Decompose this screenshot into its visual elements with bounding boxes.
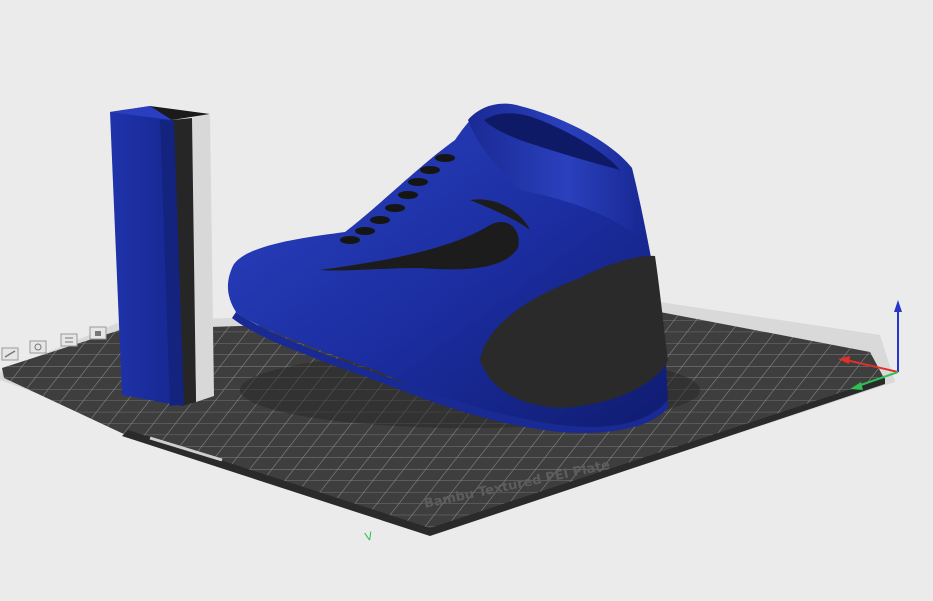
wipe-tower[interactable]: [110, 106, 214, 406]
sneaker-model[interactable]: [227, 103, 700, 433]
orient-icon[interactable]: [29, 340, 47, 354]
origin-marker: V: [364, 529, 375, 544]
lock-icon[interactable]: [89, 326, 107, 340]
z-axis-arrow: [894, 300, 902, 312]
plate-settings-icon[interactable]: [60, 333, 78, 347]
3d-viewport[interactable]: Bambu Textured PEI Plate V: [0, 0, 933, 601]
arrange-icon[interactable]: [1, 347, 19, 361]
viewport-canvas[interactable]: Bambu Textured PEI Plate V: [0, 0, 933, 601]
